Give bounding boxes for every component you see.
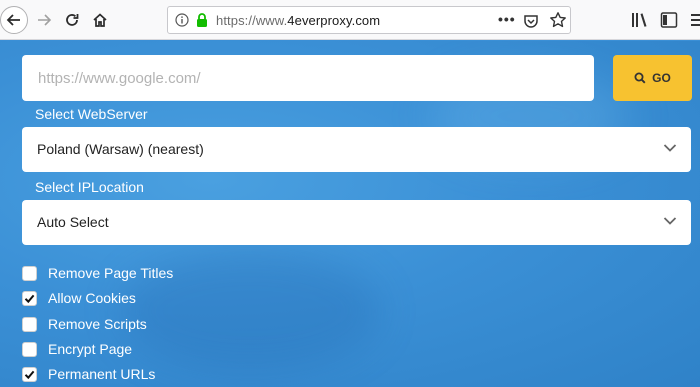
checkbox[interactable]	[22, 341, 37, 357]
checkmark-icon	[24, 370, 35, 379]
option-remove-scripts[interactable]: Remove Scripts	[22, 314, 147, 334]
library-icon[interactable]	[630, 10, 650, 30]
menu-icon[interactable]	[690, 12, 700, 28]
url-text[interactable]: https://www.4everproxy.com	[216, 13, 380, 28]
go-button-label: GO	[652, 71, 671, 85]
option-label: Allow Cookies	[48, 290, 136, 306]
go-button[interactable]: GO	[613, 55, 692, 101]
sidebar-icon[interactable]	[660, 11, 678, 29]
info-icon[interactable]	[175, 13, 189, 27]
lock-icon[interactable]	[195, 12, 209, 28]
option-remove-page-titles[interactable]: Remove Page Titles	[22, 263, 173, 283]
option-label: Encrypt Page	[48, 341, 133, 357]
iplocation-label: Select IPLocation	[35, 179, 144, 195]
home-button[interactable]	[88, 8, 112, 32]
option-encrypt-page[interactable]: Encrypt Page	[22, 339, 132, 359]
checkbox[interactable]	[22, 366, 37, 382]
arrow-right-icon	[38, 14, 52, 26]
page-actions-icon[interactable]: •••	[498, 11, 516, 27]
url-input[interactable]	[22, 55, 594, 101]
address-bar[interactable]: https://www.4everproxy.com •••	[167, 6, 571, 34]
checkbox[interactable]	[22, 265, 37, 281]
webserver-value: Poland (Warsaw) (nearest)	[37, 141, 204, 157]
option-label: Remove Page Titles	[48, 265, 174, 281]
back-button[interactable]	[0, 6, 28, 34]
webserver-label: Select WebServer	[35, 106, 148, 122]
option-label: Remove Scripts	[48, 316, 147, 332]
checkbox[interactable]	[22, 290, 37, 306]
url-domain: 4everproxy.com	[287, 13, 381, 28]
chevron-down-icon	[663, 144, 677, 152]
webserver-select[interactable]: Poland (Warsaw) (nearest)	[22, 127, 691, 172]
reload-icon	[66, 14, 79, 26]
proxy-page: GO Select WebServer Poland (Warsaw) (nea…	[0, 41, 700, 387]
bookmark-star-icon[interactable]	[549, 11, 567, 29]
chevron-down-icon	[663, 217, 677, 225]
checkbox[interactable]	[22, 316, 37, 332]
reload-button[interactable]	[60, 8, 84, 32]
checkmark-icon	[24, 294, 35, 303]
arrow-left-icon	[6, 14, 20, 26]
iplocation-select[interactable]: Auto Select	[22, 200, 691, 245]
option-allow-cookies[interactable]: Allow Cookies	[22, 288, 136, 308]
option-permanent-urls[interactable]: Permanent URLs	[22, 364, 155, 384]
search-icon	[634, 72, 646, 84]
iplocation-value: Auto Select	[37, 214, 109, 230]
forward-button[interactable]	[32, 8, 56, 32]
url-prefix: https://www.	[216, 13, 288, 28]
browser-toolbar: https://www.4everproxy.com •••	[0, 0, 700, 40]
home-icon	[93, 13, 107, 27]
option-label: Permanent URLs	[48, 366, 156, 382]
pocket-icon[interactable]	[523, 13, 539, 29]
